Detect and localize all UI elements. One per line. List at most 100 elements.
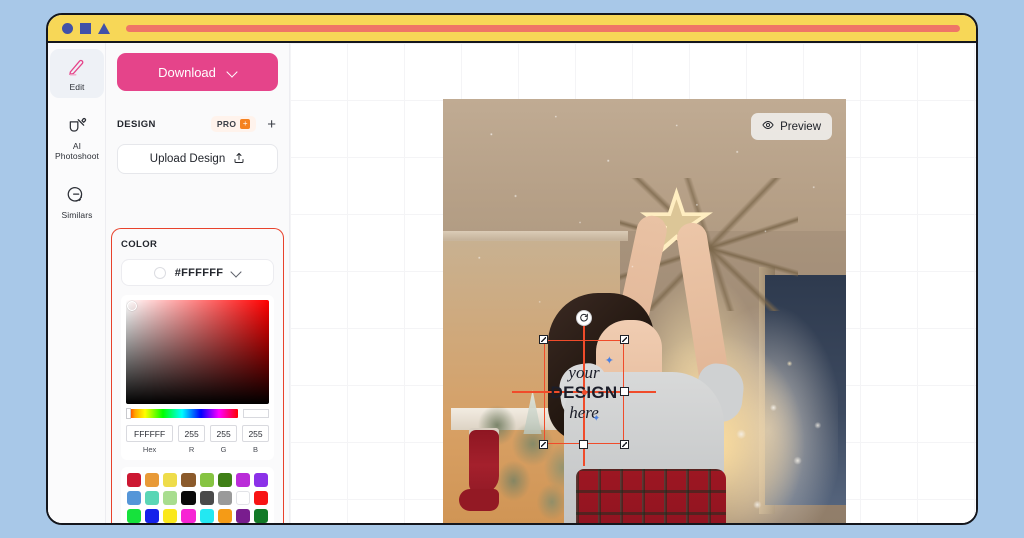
saturation-value-area[interactable] — [126, 300, 269, 404]
resize-handle-bottom-middle[interactable] — [579, 440, 588, 449]
color-swatch-23[interactable] — [253, 509, 268, 523]
ai-photoshoot-icon — [52, 115, 102, 137]
color-swatch-3[interactable] — [181, 473, 196, 488]
title-bar-square-shape — [80, 22, 91, 34]
pro-badge-plus-icon: + — [240, 119, 251, 129]
hue-slider-handle[interactable] — [126, 408, 131, 419]
red-input[interactable]: 255 — [178, 425, 206, 442]
design-section: DESIGN PRO + + Upload Design — [117, 113, 278, 174]
blue-field-group: 255 B — [242, 425, 270, 454]
resize-handle-top-right[interactable] — [620, 335, 629, 344]
saturation-cursor-handle[interactable] — [127, 301, 137, 311]
color-swatch-1[interactable] — [145, 473, 160, 488]
red-input-caption: R — [188, 445, 195, 454]
sidebar-item-edit[interactable]: Edit — [50, 49, 104, 98]
color-picker-card: FFFFFF Hex 255 R 255 G 255 B — [121, 295, 274, 460]
title-bar-triangle-shape — [98, 22, 110, 34]
resize-handle-middle-right[interactable] — [620, 387, 629, 396]
upload-design-button[interactable]: Upload Design — [117, 144, 278, 174]
design-center-point — [581, 389, 587, 395]
sidebar-item-edit-label: Edit — [69, 82, 85, 92]
color-value-dropdown[interactable]: #FFFFFF — [121, 259, 274, 286]
color-swatch-grid — [127, 473, 268, 523]
color-panel: COLOR #FFFFFF FFFFFF Hex 255 R 255 G 255… — [111, 228, 284, 523]
hex-input[interactable]: FFFFFF — [126, 425, 174, 442]
window-body: Edit AI Photoshoot Similars Download DES… — [48, 43, 976, 523]
title-bar — [48, 15, 976, 43]
color-swatch-20[interactable] — [199, 509, 214, 523]
color-swatch-22[interactable] — [235, 509, 250, 523]
alpha-preview-box[interactable] — [243, 409, 269, 418]
pro-badge-label: PRO — [216, 119, 237, 129]
green-field-group: 255 G — [210, 425, 238, 454]
download-button-label: Download — [158, 64, 216, 80]
sidebar-item-ai-photoshoot[interactable]: AI Photoshoot — [50, 108, 104, 167]
green-input[interactable]: 255 — [210, 425, 238, 442]
download-button[interactable]: Download — [117, 53, 278, 91]
color-slider-row — [126, 408, 269, 419]
color-swatch-10[interactable] — [163, 491, 178, 506]
red-field-group: 255 R — [178, 425, 206, 454]
color-dropdown-chevron-icon — [232, 268, 241, 277]
color-swatch-6[interactable] — [235, 473, 250, 488]
hex-input-caption: Hex — [142, 445, 157, 454]
upload-design-label: Upload Design — [149, 153, 226, 165]
color-swatch-5[interactable] — [217, 473, 232, 488]
left-rail: Edit AI Photoshoot Similars — [48, 43, 106, 523]
design-row-actions: PRO + + — [210, 116, 278, 132]
selected-color-swatch-icon — [153, 266, 166, 279]
green-input-caption: G — [220, 445, 227, 454]
color-swatch-2[interactable] — [163, 473, 178, 488]
color-swatch-9[interactable] — [145, 491, 160, 506]
photo-snow-overlay — [443, 99, 846, 523]
color-swatch-16[interactable] — [127, 509, 142, 523]
mockup-photo[interactable]: your DESIGN here ✦ ✦ — [443, 99, 846, 523]
hue-slider[interactable] — [126, 408, 238, 419]
upload-icon — [233, 152, 245, 167]
sidebar-item-similars-label: Similars — [61, 210, 93, 220]
color-swatch-21[interactable] — [217, 509, 232, 523]
color-swatch-17[interactable] — [145, 509, 160, 523]
eye-icon — [762, 119, 774, 134]
rotate-handle[interactable] — [576, 310, 592, 326]
color-swatch-7[interactable] — [253, 473, 268, 488]
resize-handle-bottom-right[interactable] — [620, 440, 629, 449]
ai-photoshoot-label-line2: Photoshoot — [54, 151, 99, 161]
color-swatch-card — [121, 467, 274, 523]
ai-photoshoot-label-line1: AI — [72, 141, 82, 151]
chevron-down-icon — [228, 68, 237, 77]
add-design-button[interactable]: + — [265, 117, 278, 132]
sidebar-item-ai-photoshoot-label: AI Photoshoot — [52, 141, 102, 161]
color-section-label: COLOR — [121, 239, 158, 250]
pro-badge[interactable]: PRO + — [210, 116, 257, 132]
sidebar-item-similars[interactable]: Similars — [50, 177, 104, 226]
preview-button[interactable]: Preview — [751, 113, 832, 140]
similars-icon — [52, 184, 102, 206]
canvas-stage[interactable]: your DESIGN here ✦ ✦ — [290, 43, 976, 523]
resize-handle-bottom-left[interactable] — [539, 440, 548, 449]
color-swatch-18[interactable] — [163, 509, 178, 523]
color-swatch-8[interactable] — [127, 491, 142, 506]
color-swatch-4[interactable] — [199, 473, 214, 488]
hex-field-group: FFFFFF Hex — [126, 425, 174, 454]
color-swatch-14[interactable] — [235, 491, 250, 506]
color-swatch-0[interactable] — [127, 473, 142, 488]
title-bar-track — [126, 24, 960, 32]
color-swatch-15[interactable] — [253, 491, 268, 506]
preview-button-label: Preview — [780, 120, 821, 133]
design-row: DESIGN PRO + + — [117, 113, 278, 135]
design-section-label: DESIGN — [117, 118, 156, 130]
color-swatch-11[interactable] — [181, 491, 196, 506]
tool-panel: Download DESIGN PRO + + Upload Design CO… — [106, 43, 290, 523]
color-swatch-19[interactable] — [181, 509, 196, 523]
color-swatch-13[interactable] — [217, 491, 232, 506]
resize-handle-top-left[interactable] — [539, 335, 548, 344]
pencil-icon — [52, 56, 102, 78]
title-bar-circle-shape — [62, 22, 73, 34]
color-inputs-row: FFFFFF Hex 255 R 255 G 255 B — [126, 425, 270, 454]
app-window: Edit AI Photoshoot Similars Download DES… — [46, 13, 978, 525]
selected-color-hex-label: #FFFFFF — [174, 266, 224, 279]
design-selection-overlay[interactable]: your DESIGN here ✦ ✦ — [512, 310, 656, 466]
blue-input[interactable]: 255 — [242, 425, 270, 442]
color-swatch-12[interactable] — [199, 491, 214, 506]
